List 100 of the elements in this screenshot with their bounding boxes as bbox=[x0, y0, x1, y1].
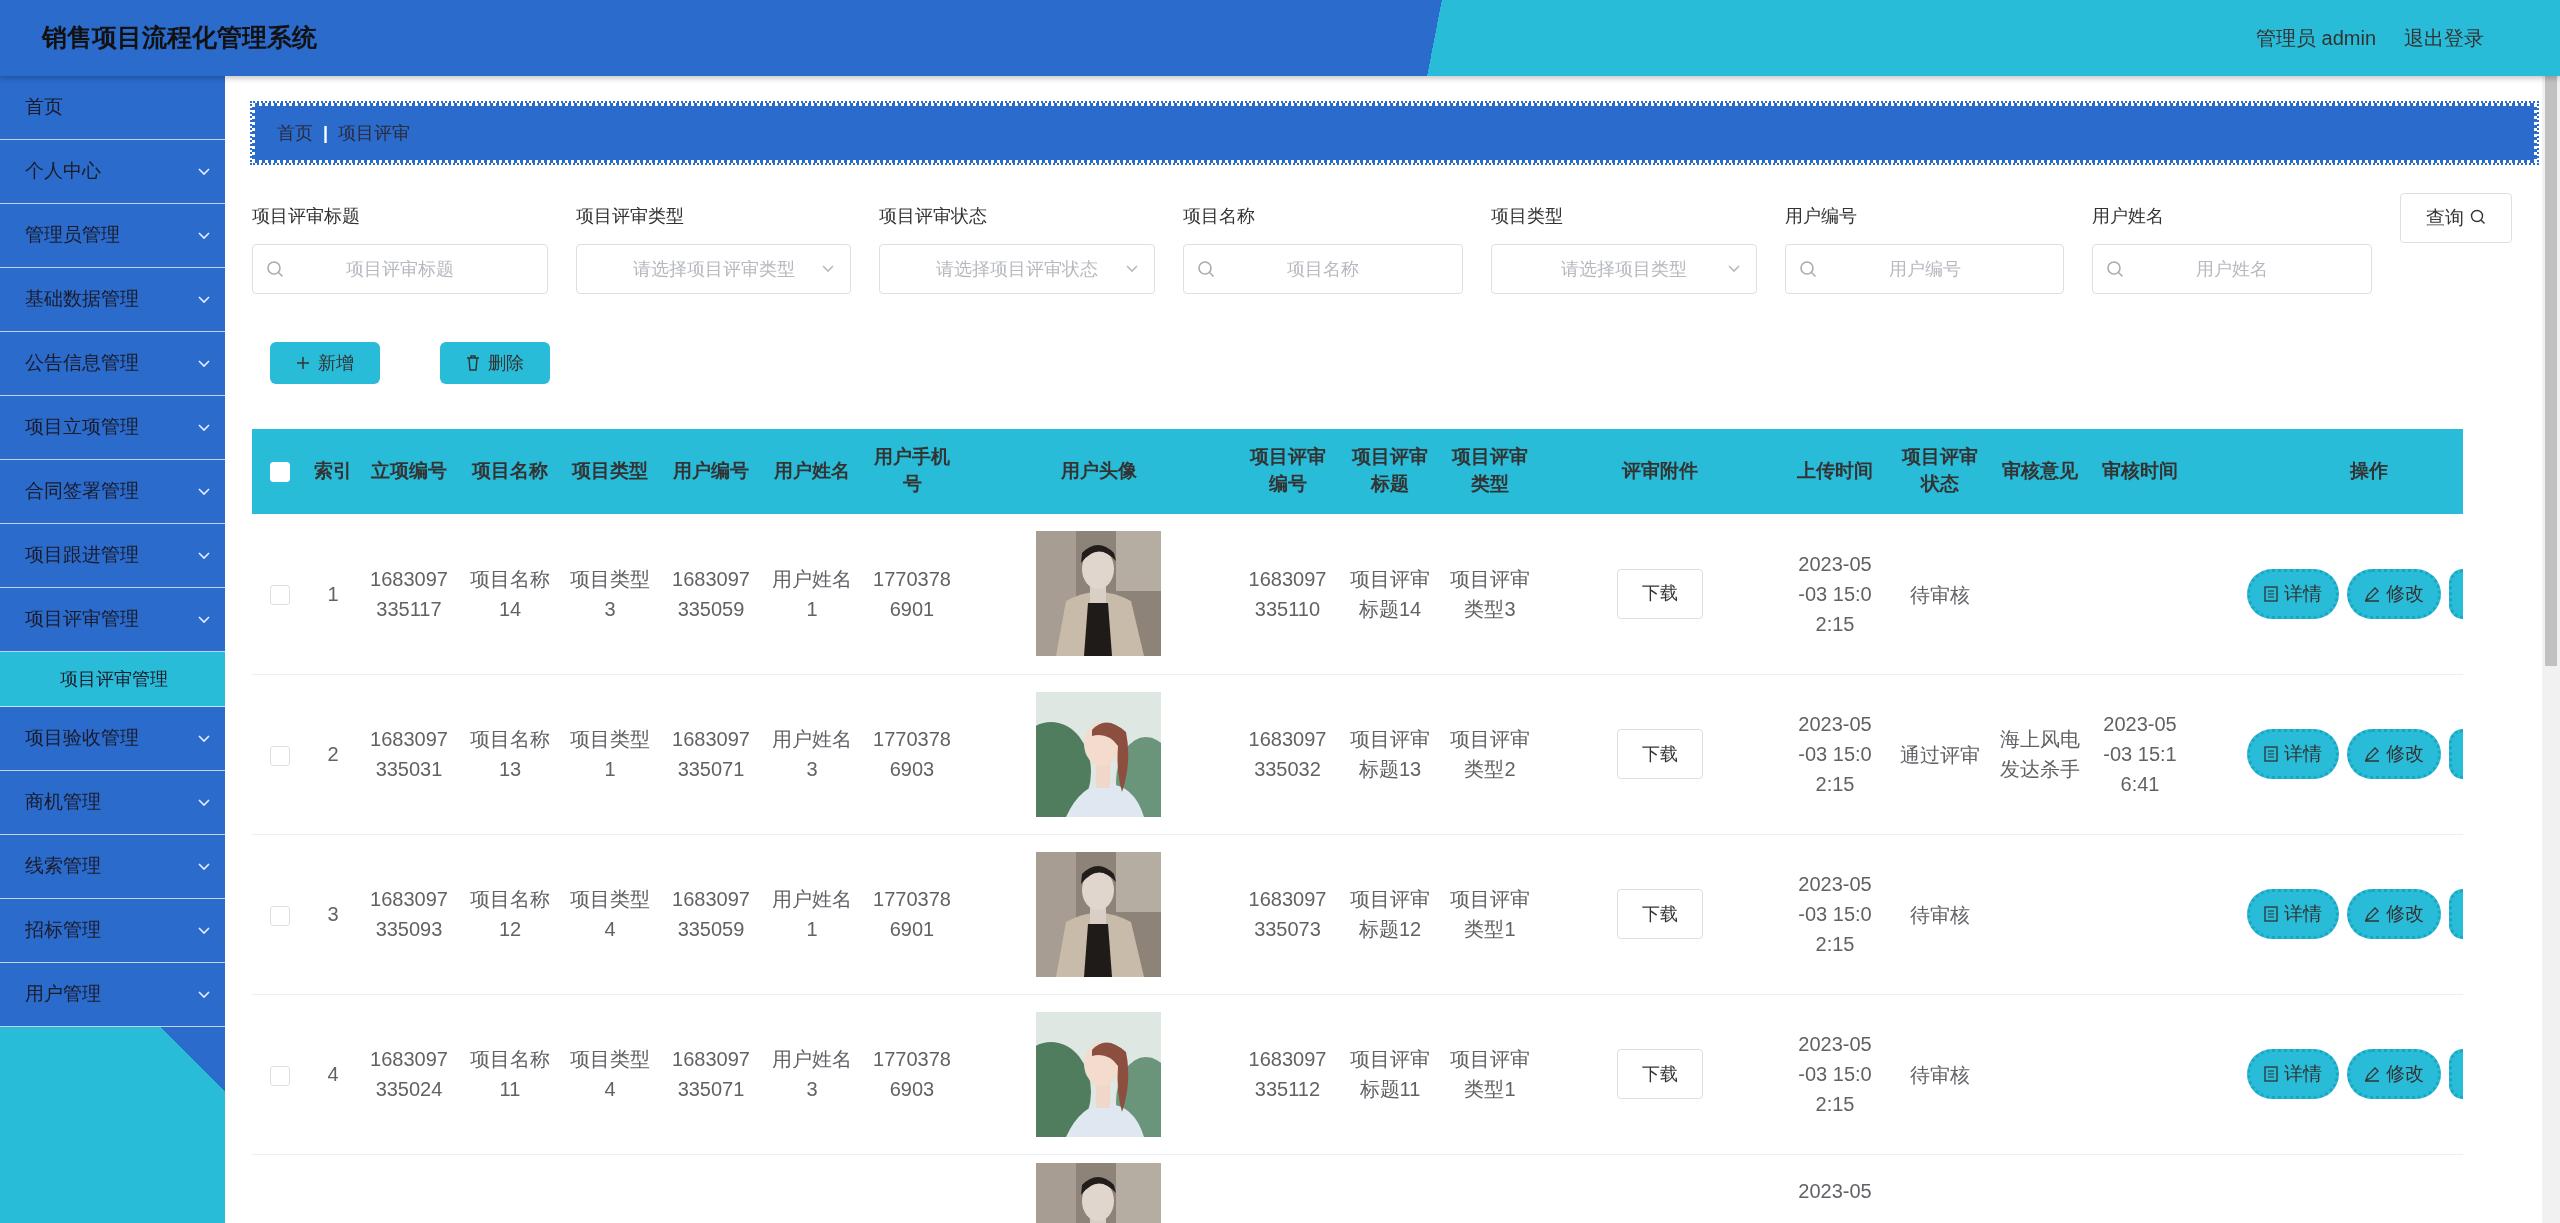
table-cell-text: 用户姓名1 bbox=[771, 887, 853, 942]
edit-button[interactable]: 修改 bbox=[2347, 568, 2441, 619]
table-cell-text: 1683097335059 bbox=[671, 887, 751, 942]
edit-button[interactable]: 修改 bbox=[2347, 889, 2441, 939]
breadcrumb-separator: | bbox=[323, 121, 329, 145]
download-button[interactable]: 下载 bbox=[1617, 1049, 1703, 1099]
table-cell-text: 1683097335110 bbox=[1247, 566, 1328, 622]
download-button[interactable]: 下载 bbox=[1617, 889, 1703, 939]
table-cell-text: 17703786901 bbox=[872, 887, 952, 942]
field-label: 项目评审标题 bbox=[252, 205, 361, 228]
scrollbar[interactable] bbox=[2542, 76, 2560, 1223]
action-button[interactable] bbox=[2449, 889, 2463, 939]
scrollbar-thumb[interactable] bbox=[2545, 76, 2557, 666]
app-title: 销售项目流程化管理系统 bbox=[42, 22, 317, 54]
sidebar-item[interactable]: 招标管理 bbox=[0, 899, 225, 963]
row-checkbox[interactable] bbox=[270, 905, 290, 926]
edit-button[interactable]: 修改 bbox=[2347, 729, 2441, 779]
select-field[interactable]: 请选择项目评审类型 bbox=[576, 244, 851, 294]
table-cell-text: 项目名称11 bbox=[469, 1047, 551, 1102]
table-cell-text: 项目评审类型3 bbox=[1449, 566, 1531, 622]
table-cell-text: 项目类型4 bbox=[569, 887, 651, 942]
column-header: 用户头像 bbox=[1060, 459, 1137, 484]
download-button[interactable]: 下载 bbox=[1617, 729, 1703, 779]
table-cell-text: 17703786903 bbox=[872, 727, 952, 782]
search-icon bbox=[1197, 260, 1215, 278]
table-cell-text: 项目名称14 bbox=[469, 566, 551, 622]
table-cell-text: 用户姓名3 bbox=[771, 1047, 853, 1102]
column-header: 用户姓名 bbox=[774, 459, 850, 484]
column-header: 立项编号 bbox=[371, 459, 447, 484]
table-cell-text: 项目类型3 bbox=[569, 566, 651, 622]
sidebar-item[interactable]: 用户管理 bbox=[0, 963, 225, 1027]
column-header: 用户编号 bbox=[673, 459, 749, 484]
table-cell-text: 项目类型1 bbox=[569, 727, 651, 782]
table-cell-text: 海上风电发达杀手 bbox=[1999, 727, 2081, 782]
row-checkbox[interactable] bbox=[270, 585, 290, 606]
table-cell-text: 2023-05-03 15:02:15 bbox=[1797, 872, 1873, 957]
table-cell-text: 1683097335032 bbox=[1247, 727, 1328, 782]
logout-link[interactable]: 退出登录 bbox=[2404, 23, 2484, 53]
table-cell-text: 项目类型4 bbox=[569, 1047, 651, 1102]
field-label: 项目评审状态 bbox=[879, 205, 988, 228]
table-cell-text: 17703786903 bbox=[872, 1047, 952, 1102]
document-icon bbox=[2264, 1066, 2278, 1082]
table-cell-text: 1683097335117 bbox=[369, 566, 449, 622]
table-cell-text: 项目评审标题11 bbox=[1349, 1047, 1431, 1102]
details-button[interactable]: 详情 bbox=[2247, 889, 2339, 939]
download-button[interactable]: 下载 bbox=[1617, 568, 1703, 619]
table-cell-text: 通过评审 bbox=[1899, 742, 1981, 768]
table-cell-text: 17703786901 bbox=[872, 566, 952, 622]
column-header: 上传时间 bbox=[1797, 459, 1873, 484]
details-button[interactable]: 详情 bbox=[2247, 568, 2339, 619]
row-checkbox[interactable] bbox=[270, 1065, 290, 1086]
column-header: 项目评审状态 bbox=[1900, 445, 1979, 497]
search-field[interactable]: 项目评审标题 bbox=[252, 244, 548, 294]
field-label: 项目名称 bbox=[1183, 205, 1256, 228]
table-cell-text: 1683097335024 bbox=[369, 1047, 449, 1102]
trash-icon bbox=[466, 355, 480, 371]
query-button[interactable]: 查询 bbox=[2400, 193, 2512, 243]
sidebar-subitem[interactable]: 项目评审管理 bbox=[0, 652, 225, 707]
table-cell-text: 1683097335071 bbox=[671, 1047, 751, 1102]
column-header: 操作 bbox=[2350, 459, 2388, 484]
breadcrumb-current: 项目评审 bbox=[338, 121, 411, 145]
table-cell-text: 2023-05 bbox=[1797, 1179, 1873, 1205]
action-button[interactable] bbox=[2449, 729, 2463, 779]
document-icon bbox=[2264, 585, 2278, 602]
select-field[interactable]: 请选择项目评审状态 bbox=[879, 244, 1155, 294]
table-cell-text: 2023-05-03 15:02:15 bbox=[1797, 1032, 1873, 1117]
plus-icon bbox=[296, 356, 310, 370]
row-checkbox[interactable] bbox=[270, 745, 290, 766]
search-field[interactable]: 项目名称 bbox=[1183, 244, 1463, 294]
table-cell-text: 项目评审标题14 bbox=[1349, 566, 1431, 622]
column-header: 审核意见 bbox=[2002, 459, 2078, 484]
table-cell-text: 待审核 bbox=[1909, 902, 1971, 928]
details-button[interactable]: 详情 bbox=[2247, 729, 2339, 779]
table-cell-text: 1 bbox=[327, 582, 339, 605]
column-header: 项目类型 bbox=[572, 459, 648, 484]
column-header: 审核时间 bbox=[2102, 459, 2178, 484]
details-button[interactable]: 详情 bbox=[2247, 1049, 2339, 1099]
add-button[interactable]: 新增 bbox=[270, 342, 380, 384]
table-cell-text: 用户姓名1 bbox=[771, 566, 853, 622]
admin-user-label: 管理员 admin bbox=[2255, 26, 2376, 51]
table-cell-text: 2023-05-03 15:02:15 bbox=[1797, 712, 1873, 797]
search-icon bbox=[266, 260, 284, 278]
search-icon bbox=[1799, 260, 1817, 278]
delete-button[interactable]: 删除 bbox=[440, 342, 550, 384]
edit-button[interactable]: 修改 bbox=[2347, 1049, 2441, 1099]
document-icon bbox=[2264, 746, 2278, 762]
select-all-checkbox[interactable] bbox=[270, 462, 290, 483]
pencil-icon bbox=[2364, 1066, 2380, 1082]
action-button[interactable] bbox=[2449, 568, 2463, 619]
field-label: 项目评审类型 bbox=[576, 205, 685, 228]
column-header: 项目评审标题 bbox=[1350, 445, 1429, 497]
table-cell-text: 1683097335059 bbox=[671, 566, 751, 622]
table-cell-text: 待审核 bbox=[1909, 1062, 1971, 1088]
table-cell-text: 3 bbox=[327, 903, 339, 925]
search-field[interactable]: 用户编号 bbox=[1785, 244, 2064, 294]
action-button[interactable] bbox=[2449, 1049, 2463, 1099]
select-field[interactable]: 请选择项目类型 bbox=[1491, 244, 1757, 294]
table-cell-text: 1683097335073 bbox=[1247, 887, 1328, 942]
search-field[interactable]: 用户姓名 bbox=[2092, 244, 2372, 294]
table-cell-text: 项目评审标题13 bbox=[1349, 727, 1431, 782]
